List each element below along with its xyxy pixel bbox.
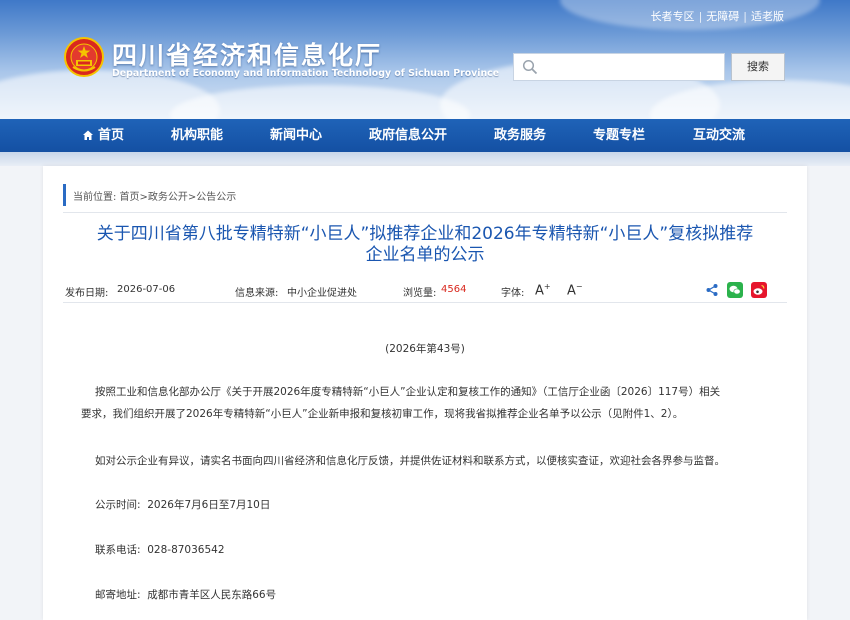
nav-item-services[interactable]: 政务服务 (494, 119, 546, 152)
contact-phone-value: 028-87036542 (147, 544, 225, 556)
wechat-icon[interactable] (727, 282, 743, 298)
nav-item-label: 首页 (98, 128, 125, 143)
breadcrumb: 当前位置: 首页>政务公开>公告公示 (73, 192, 237, 203)
cloud-decoration (170, 85, 470, 120)
contact-phone: 联系电话: 028-87036542 (95, 539, 225, 561)
contact-phone-label: 联系电话: (95, 544, 141, 556)
search-icon (522, 59, 538, 75)
article-panel: 当前位置: 首页>政务公开>公告公示 关于四川省第八批专精特新“小巨人”拟推荐企… (43, 166, 807, 620)
article-title-line1: 关于四川省第八批专精特新“小巨人”拟推荐企业和2026年专精特新“小巨人”复核拟… (96, 224, 754, 244)
search-input[interactable] (513, 53, 725, 81)
source-label: 信息来源: (235, 288, 279, 299)
divider (63, 212, 787, 213)
nav-item-interaction[interactable]: 互动交流 (693, 119, 745, 152)
article-title-line2: 企业名单的公示 (365, 245, 485, 265)
nav-shadow-strip (0, 152, 850, 166)
mailing-address-value: 成都市青羊区人民东路66号 (147, 589, 277, 601)
site-title-english: Department of Economy and Information Te… (112, 68, 500, 79)
font-increase-glyph: A (535, 283, 544, 299)
font-decrease-button[interactable]: A− (567, 282, 583, 298)
divider (63, 302, 787, 303)
top-link-elderly[interactable]: 长者专区 (651, 10, 695, 23)
article-meta: 发布日期: 2026-07-06 信息来源: 中小企业促进处 浏览量: 4564… (65, 282, 789, 302)
home-icon (83, 130, 93, 140)
site-title: 四川省经济和信息化厅 (112, 41, 383, 70)
top-link-senior-mode[interactable]: 适老版 (751, 10, 784, 23)
top-link-accessibility[interactable]: 无障碍 (706, 10, 739, 23)
site-header: 长者专区 | 无障碍 | 适老版 四川省经济和信息化厅 Department of Ec… (0, 0, 850, 120)
source: 中小企业促进处 (287, 288, 357, 299)
views-label: 浏览量: (403, 288, 437, 299)
breadcrumb-marker (63, 184, 66, 206)
document-number: (2026年第43号) (385, 343, 465, 355)
mailing-address-label: 邮寄地址: (95, 589, 141, 601)
paragraph-1-line1: 按照工业和信息化部办公厅《关于开展2026年度专精特新“小巨人”企业认定和复核工… (95, 386, 721, 398)
nav-item-news[interactable]: 新闻中心 (270, 119, 322, 152)
publish-date-label: 发布日期: (65, 288, 109, 299)
views-count: 4564 (441, 284, 467, 295)
main-nav: 首页 机构职能 新闻中心 政府信息公开 政务服务 专题专栏 互动交流 (0, 119, 850, 152)
nav-item-gov-info[interactable]: 政府信息公开 (369, 119, 447, 152)
weibo-icon[interactable] (751, 282, 767, 298)
emblem-icon (64, 37, 104, 77)
top-links: 长者专区 | 无障碍 | 适老版 (650, 10, 784, 23)
notice-time-label: 公示时间: (95, 499, 141, 511)
font-decrease-glyph: A (567, 283, 576, 299)
nav-item-topics[interactable]: 专题专栏 (593, 119, 645, 152)
notice-time-value: 2026年7月6日至7月10日 (147, 499, 271, 511)
notice-time: 公示时间: 2026年7月6日至7月10日 (95, 494, 270, 516)
article-title: 关于四川省第八批专精特新“小巨人”拟推荐企业和2026年专精特新“小巨人”复核拟… (63, 224, 787, 266)
publish-date: 2026-07-06 (117, 284, 176, 295)
paragraph-2: 如对公示企业有异议，请实名书面向四川省经济和信息化厅反馈，并提供佐证材料和联系方… (95, 455, 725, 467)
nav-item-home[interactable]: 首页 (82, 119, 124, 152)
mailing-address: 邮寄地址: 成都市青羊区人民东路66号 (95, 584, 276, 606)
font-increase-button[interactable]: A+ (535, 282, 551, 298)
search-button[interactable]: 搜索 (731, 53, 785, 81)
nav-item-institutions[interactable]: 机构职能 (171, 119, 223, 152)
paragraph-1-line2: 要求，我们组织开展了2026年专精特新“小巨人”企业新申报和复核初审工作，现将我… (81, 408, 684, 420)
share-icon[interactable] (705, 283, 719, 297)
paragraph-1: 按照工业和信息化部办公厅《关于开展2026年度专精特新“小巨人”企业认定和复核工… (81, 381, 785, 425)
font-size-label: 字体: (501, 288, 525, 299)
